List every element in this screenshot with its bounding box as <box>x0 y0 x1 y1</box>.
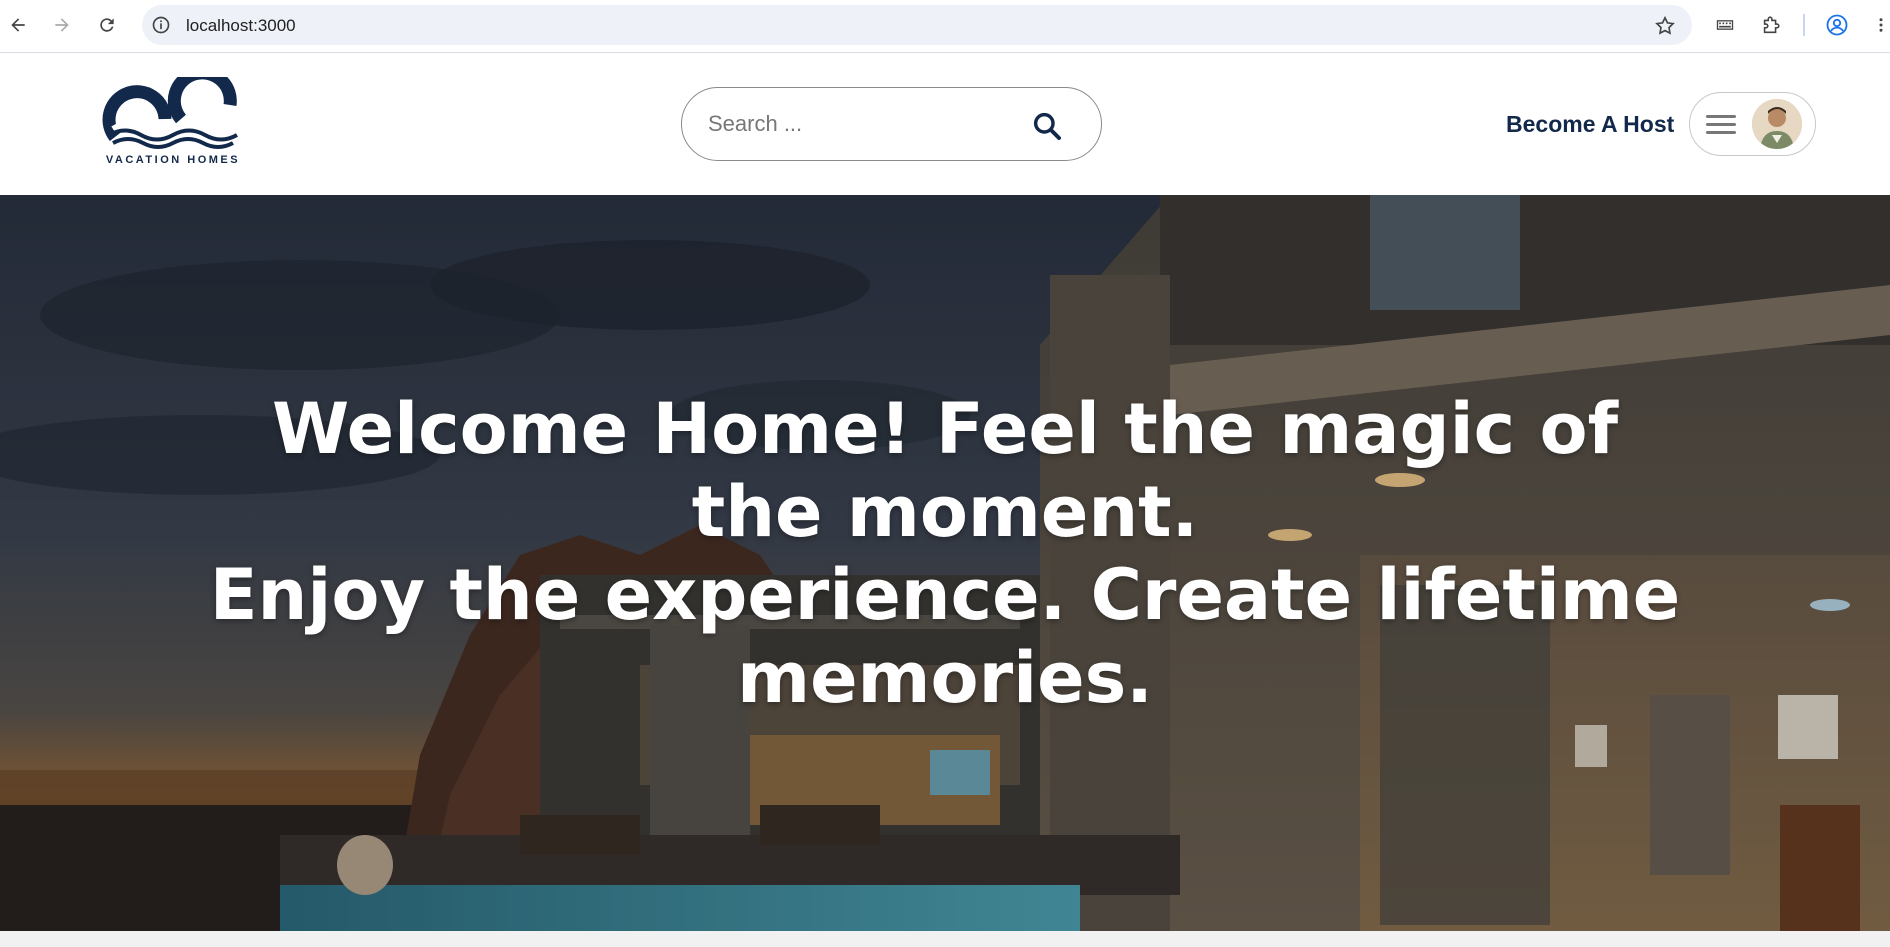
extension-qr-icon[interactable] <box>1713 13 1737 37</box>
site-info-icon[interactable] <box>151 15 171 35</box>
logo[interactable]: VACATION HOMES <box>93 66 253 172</box>
hero-title-line-1: Welcome Home! Feel the magic of the mome… <box>271 388 1619 553</box>
site-header: VACATION HOMES Become A Host <box>0 54 1890 195</box>
avatar <box>1752 99 1802 149</box>
search-input[interactable] <box>708 108 1008 140</box>
toolbar-divider <box>1803 14 1805 36</box>
hero-title-line-2: Enjoy the experience. Create lifetime me… <box>209 554 1681 719</box>
forward-arrow-icon[interactable] <box>47 10 77 40</box>
search-icon[interactable] <box>1031 110 1063 142</box>
hamburger-menu-icon <box>1706 115 1736 134</box>
address-bar[interactable]: localhost:3000 <box>142 5 1692 45</box>
url-text[interactable]: localhost:3000 <box>186 16 296 36</box>
logo-mark-icon <box>102 66 238 149</box>
profile-icon[interactable] <box>1825 13 1849 37</box>
reload-icon[interactable] <box>92 10 122 40</box>
back-arrow-icon[interactable] <box>3 10 33 40</box>
search-bar[interactable] <box>681 87 1102 161</box>
browser-toolbar: localhost:3000 <box>0 0 1890 53</box>
become-host-link[interactable]: Become A Host <box>1506 111 1674 138</box>
hero-banner: Welcome Home! Feel the magic of the mome… <box>0 195 1890 931</box>
more-vert-icon[interactable] <box>1872 13 1890 37</box>
extensions-puzzle-icon[interactable] <box>1759 13 1783 37</box>
logo-text: VACATION HOMES <box>105 154 241 166</box>
hero-title: Welcome Home! Feel the magic of the mome… <box>200 388 1690 720</box>
bookmark-star-icon[interactable] <box>1654 15 1676 37</box>
page-bottom-strip <box>0 931 1890 947</box>
user-menu-button[interactable] <box>1689 92 1816 156</box>
